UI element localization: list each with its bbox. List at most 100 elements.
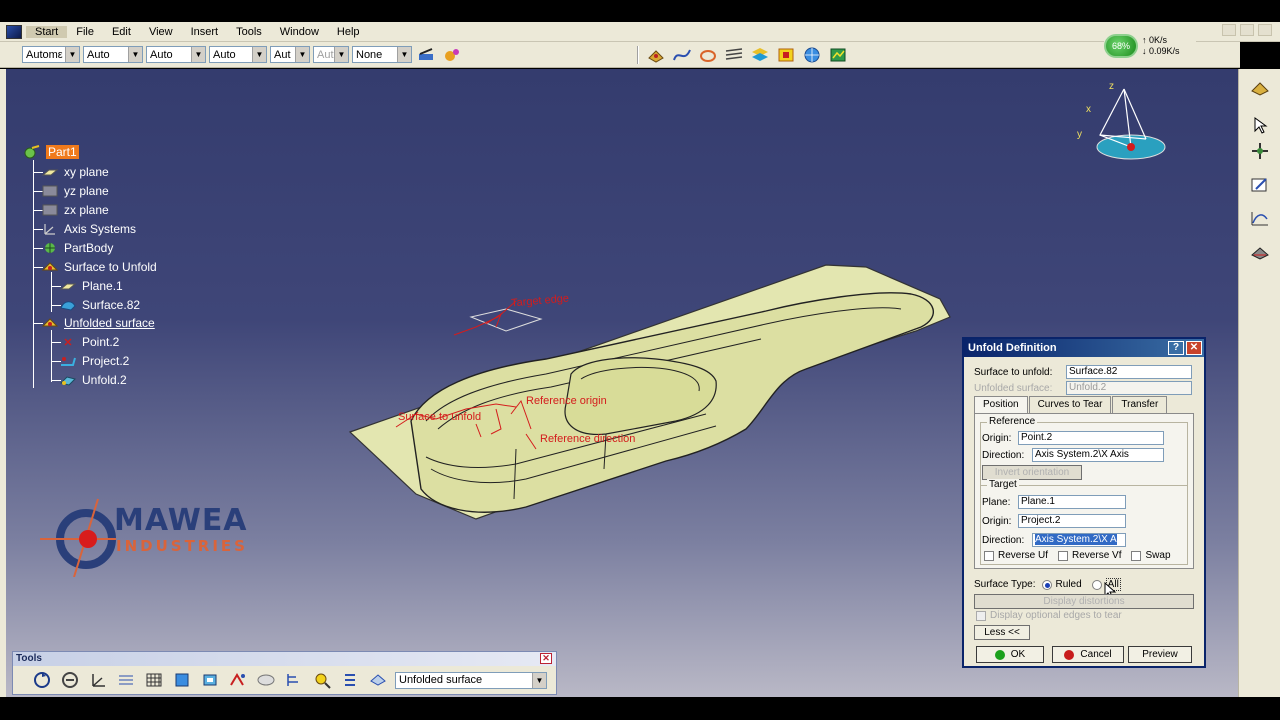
update-icon[interactable] — [31, 670, 53, 690]
minimize-button[interactable] — [1222, 24, 1236, 36]
hide-show-icon[interactable] — [255, 670, 277, 690]
chevron-down-icon[interactable]: ▼ — [295, 47, 309, 62]
scan-icon[interactable] — [227, 670, 249, 690]
close-window-button[interactable] — [1258, 24, 1272, 36]
layers-icon[interactable] — [339, 670, 361, 690]
menu-insert[interactable]: Insert — [182, 26, 228, 38]
surface-icon — [59, 298, 77, 312]
select-icon[interactable] — [1247, 113, 1273, 137]
plane-field[interactable]: Plane.1 — [1018, 495, 1126, 509]
tree-node-project-2[interactable]: Project.2 — [59, 352, 129, 370]
line-type-combo[interactable]: Auto ▼ — [209, 46, 267, 63]
transparency-combo[interactable]: Auto ▼ — [83, 46, 143, 63]
surface-analysis-icon[interactable] — [1247, 241, 1273, 265]
surface-type-label: Surface Type: — [974, 579, 1036, 590]
dialog-tabs: Position Curves to Tear Transfer — [974, 396, 1194, 413]
layer-combo[interactable]: None ▼ — [352, 46, 412, 63]
geometrical-set-icon — [41, 260, 59, 274]
circle-curve-icon[interactable] — [697, 45, 719, 65]
surfaces-icon[interactable] — [749, 45, 771, 65]
lines-icon[interactable] — [723, 45, 745, 65]
preview-button[interactable]: Preview — [1128, 646, 1192, 663]
analysis-icon[interactable] — [827, 45, 849, 65]
color-combo[interactable]: Automε ▼ — [22, 46, 80, 63]
tree-node-zx-plane[interactable]: zx plane — [41, 201, 109, 219]
curve-analysis-icon[interactable] — [1247, 207, 1273, 231]
menu-window[interactable]: Window — [271, 26, 328, 38]
sketcher-icon[interactable] — [1247, 173, 1273, 197]
tree-node-axis-systems[interactable]: Axis Systems — [41, 220, 136, 238]
workbench-icon[interactable] — [1247, 77, 1273, 101]
restore-button[interactable] — [1240, 24, 1254, 36]
menu-start[interactable]: Start — [26, 25, 68, 38]
catalog-icon[interactable] — [311, 670, 333, 690]
working-support-icon[interactable] — [199, 670, 221, 690]
less-button[interactable]: Less << — [974, 625, 1030, 640]
tgt-direction-field[interactable]: Axis System.2\X A — [1032, 533, 1126, 547]
chevron-down-icon[interactable]: ▼ — [532, 672, 546, 688]
chevron-down-icon[interactable]: ▼ — [65, 47, 79, 62]
tree-node-partbody[interactable]: PartBody — [41, 239, 113, 257]
fly-mode-icon[interactable] — [1247, 139, 1273, 163]
menu-edit[interactable]: Edit — [103, 26, 140, 38]
menu-tools[interactable]: Tools — [227, 26, 271, 38]
menu-view[interactable]: View — [140, 26, 182, 38]
catia-app-icon[interactable] — [6, 24, 22, 39]
plane-icon — [41, 165, 59, 179]
grid-icon[interactable] — [143, 670, 165, 690]
swap-checkbox[interactable] — [1131, 550, 1142, 561]
tab-transfer[interactable]: Transfer — [1112, 396, 1168, 413]
tab-curves-to-tear[interactable]: Curves to Tear — [1028, 396, 1112, 413]
point-type-combo[interactable]: Aut ▼ — [270, 46, 310, 63]
spline-icon[interactable] — [671, 45, 693, 65]
extrude-surface-icon[interactable] — [645, 45, 667, 65]
reverse-vf-checkbox[interactable] — [1058, 550, 1069, 561]
dialog-title-bar[interactable]: Unfold Definition ? ✕ — [964, 339, 1204, 357]
plane-icon — [41, 203, 59, 217]
axis-system-icon[interactable] — [87, 670, 109, 690]
tree-node-xy-plane[interactable]: xy plane — [41, 163, 109, 181]
tree-node-surface-82[interactable]: Surface.82 — [59, 296, 140, 314]
all-radio[interactable] — [1091, 579, 1102, 590]
tgt-origin-field[interactable]: Project.2 — [1018, 514, 1126, 528]
line-thickness-combo[interactable]: Auto ▼ — [146, 46, 206, 63]
manual-update-icon[interactable] — [59, 670, 81, 690]
tree-node-point-2[interactable]: Point.2 — [59, 333, 119, 351]
cancel-button[interactable]: Cancel — [1052, 646, 1124, 663]
menu-file[interactable]: File — [67, 26, 103, 38]
chevron-down-icon[interactable]: ▼ — [252, 47, 266, 62]
geometrical-set-icon — [41, 316, 59, 330]
ruled-radio[interactable] — [1041, 579, 1052, 590]
sphere-icon[interactable] — [801, 45, 823, 65]
snap-to-point-icon[interactable] — [171, 670, 193, 690]
close-icon[interactable]: ✕ — [1186, 341, 1202, 355]
work-on-support-icon[interactable] — [115, 670, 137, 690]
tree-expand-icon[interactable] — [283, 670, 305, 690]
join-icon[interactable] — [775, 45, 797, 65]
tree-node-unfolded-surface[interactable]: Unfolded surface — [41, 314, 155, 332]
tree-node-surface-to-unfold[interactable]: Surface to Unfold — [41, 258, 157, 276]
geometrical-set-icon[interactable] — [367, 670, 389, 690]
close-icon[interactable]: ✕ — [540, 653, 552, 664]
help-icon[interactable]: ? — [1168, 341, 1184, 355]
chevron-down-icon[interactable]: ▼ — [191, 47, 205, 62]
tab-position[interactable]: Position — [974, 396, 1028, 413]
ref-direction-field[interactable]: Axis System.2\X Axis — [1032, 448, 1164, 462]
menu-help[interactable]: Help — [328, 26, 369, 38]
properties-icon[interactable] — [441, 45, 463, 65]
format-painter-icon[interactable] — [415, 45, 437, 65]
ref-origin-field[interactable]: Point.2 — [1018, 431, 1164, 445]
top-letterbox — [0, 0, 1280, 22]
bottom-letterbox — [0, 697, 1280, 720]
ok-button[interactable]: OK — [976, 646, 1044, 663]
chevron-down-icon[interactable]: ▼ — [397, 47, 411, 62]
reverse-uf-checkbox[interactable] — [984, 550, 994, 561]
tree-node-unfold-2[interactable]: Unfold.2 — [59, 371, 127, 389]
tree-node-yz-plane[interactable]: yz plane — [41, 182, 109, 200]
tree-node-part1[interactable]: Part1 — [23, 143, 79, 161]
current-set-combo[interactable]: Unfolded surface ▼ — [395, 671, 547, 689]
tree-node-plane-1[interactable]: Plane.1 — [59, 277, 123, 295]
chevron-down-icon[interactable]: ▼ — [128, 47, 142, 62]
compass-axis[interactable]: z x y — [1077, 81, 1166, 160]
surface-to-unfold-field[interactable]: Surface.82 — [1066, 365, 1192, 379]
